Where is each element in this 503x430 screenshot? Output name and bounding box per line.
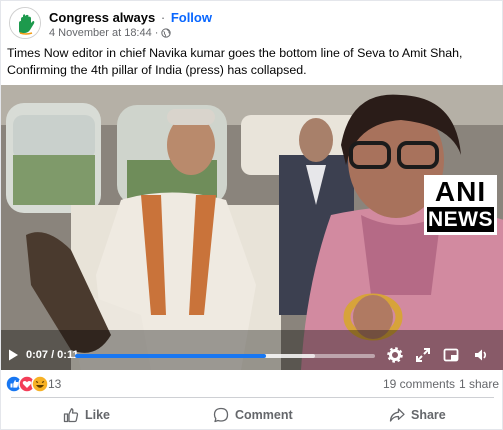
comment-label: Comment [235,408,293,422]
post-timestamp[interactable]: 4 November at 18:44 [49,27,152,39]
shares-count[interactable]: 1 share [459,377,499,391]
post-meta: 4 November at 18:44 · [49,27,172,39]
like-label: Like [85,408,111,422]
comment-button[interactable]: Comment [213,403,293,427]
ani-news-watermark: ANI NEWS [424,175,497,235]
reactions-icon[interactable] [5,375,49,393]
video-player[interactable]: ANI NEWS [1,85,503,370]
page-avatar[interactable] [9,7,41,39]
share-arrow-icon [389,408,405,422]
post-actions: Like Comment Share [1,399,503,429]
gear-icon[interactable] [387,347,403,363]
thumbs-up-icon [63,408,79,423]
reaction-count[interactable]: 13 [48,377,61,391]
page-name-link[interactable]: Congress always [49,10,155,25]
separator-dot: · [160,10,166,25]
author-line: Congress always · Follow [49,10,212,25]
comments-count[interactable]: 19 comments [383,377,455,391]
globe-icon [161,28,172,38]
video-time: 0:07 / 0:11 [26,349,79,361]
share-button[interactable]: Share [389,403,446,427]
picture-in-picture-icon[interactable] [443,347,459,363]
post-card: Congress always · Follow 4 November at 1… [0,0,503,430]
watermark-line-2: NEWS [427,207,494,232]
congress-hand-logo-icon [10,8,40,38]
comment-icon [213,407,229,423]
meta-separator: · [154,27,159,39]
post-stats: 13 19 comments 1 share [1,372,503,396]
follow-button[interactable]: Follow [171,10,212,25]
progress-track[interactable] [75,354,375,358]
watermark-line-1: ANI [434,176,487,207]
speaker-icon[interactable] [473,347,489,363]
expand-icon[interactable] [415,347,431,363]
share-label: Share [411,408,446,422]
post-header: Congress always · Follow 4 November at 1… [9,7,497,41]
progress-fill [75,354,266,358]
like-button[interactable]: Like [63,403,110,427]
divider [11,397,494,398]
video-controls: 0:07 / 0:11 [1,342,503,370]
play-icon[interactable] [6,348,20,362]
post-caption: Times Now editor in chief Navika kumar g… [7,46,463,77]
